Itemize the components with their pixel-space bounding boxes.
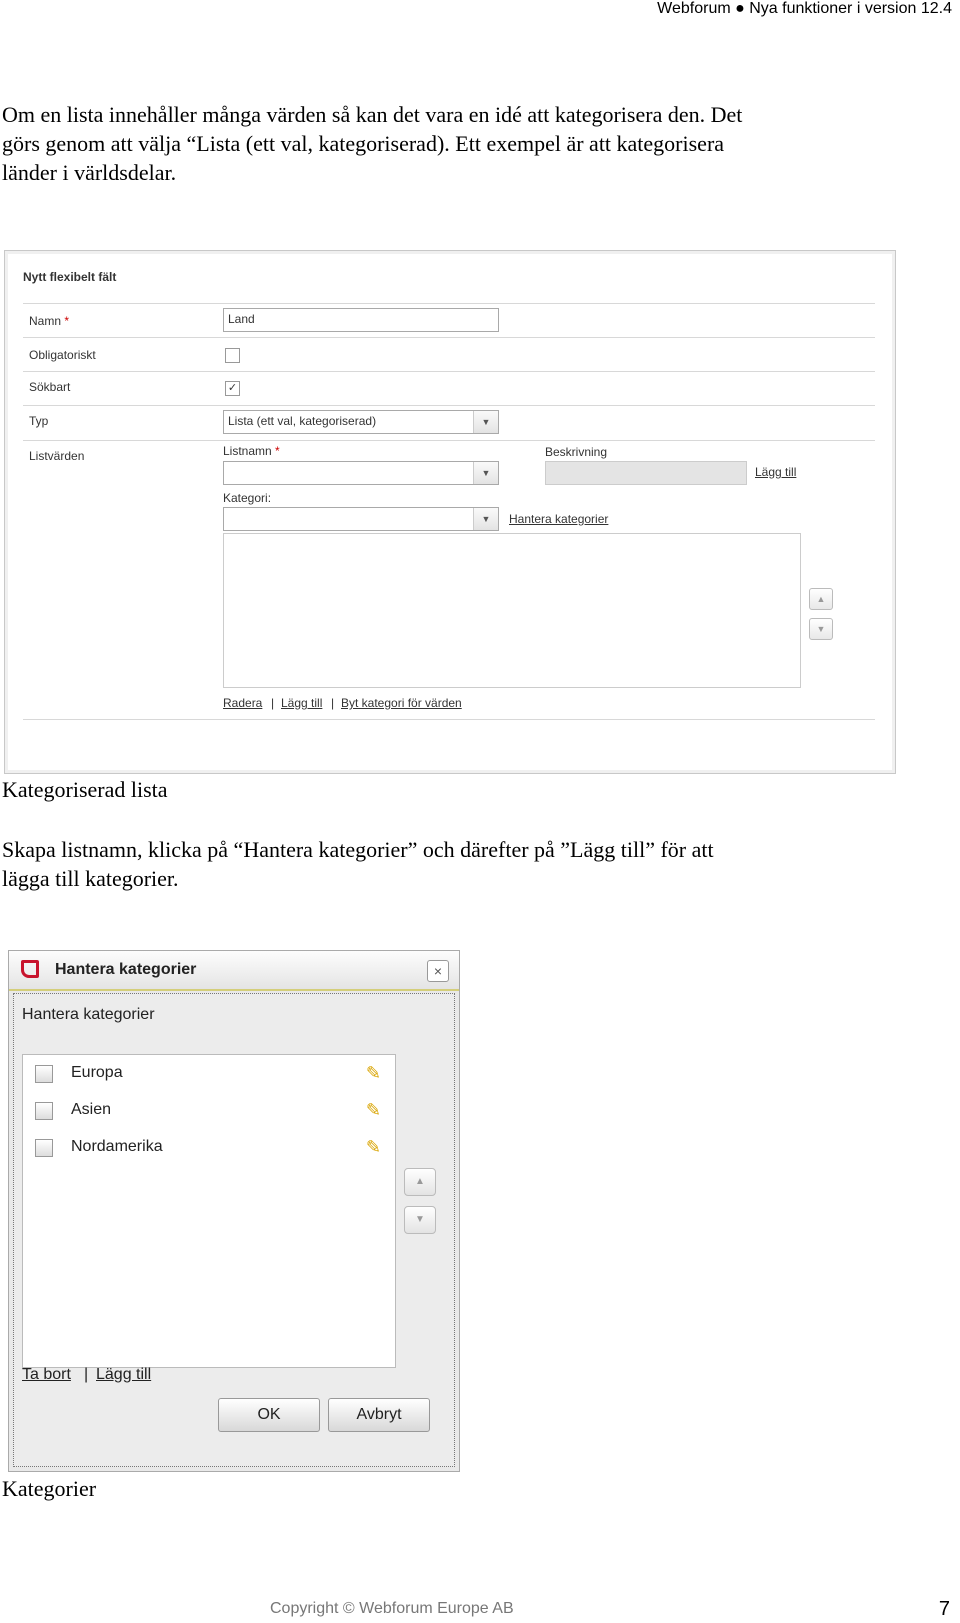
divider	[23, 440, 875, 441]
values-listbox[interactable]	[223, 533, 801, 688]
intro-line: görs genom att välja “Lista (ett val, ka…	[2, 131, 725, 156]
close-button[interactable]: ×	[427, 960, 449, 982]
mandatory-row: Obligatoriskt	[23, 338, 875, 371]
move-down-button[interactable]: ▼	[404, 1206, 436, 1234]
separator: |	[84, 1366, 89, 1383]
intro-line: länder i världsdelar.	[2, 160, 177, 185]
change-category-link[interactable]: Byt kategori för värden	[341, 696, 462, 710]
name-label: Namn *	[29, 314, 70, 328]
type-select-value: Lista (ett val, kategoriserad)	[228, 414, 377, 428]
mandatory-checkbox[interactable]	[225, 348, 240, 363]
intro-line: Om en lista innehåller många värden så k…	[2, 102, 743, 127]
form-title: Nytt flexibelt fält	[23, 270, 117, 284]
searchable-label: Sökbart	[29, 380, 71, 394]
move-up-button[interactable]: ▲	[809, 588, 833, 610]
chevron-down-icon: ▼	[473, 508, 498, 530]
name-row: Namn * Land	[23, 304, 875, 337]
running-header: Webforum ● Nya funktioner i version 12.4	[657, 0, 952, 17]
list-item[interactable]: Europa ✎	[35, 1059, 385, 1089]
manage-categories-dialog: Hantera kategorier × Hantera kategorier …	[8, 950, 460, 1472]
manage-categories-link[interactable]: Hantera kategorier	[509, 512, 608, 526]
type-select[interactable]: Lista (ett val, kategoriserad) ▼	[223, 410, 499, 434]
add-value-link[interactable]: Lägg till	[755, 465, 796, 479]
category-checkbox[interactable]	[35, 1139, 53, 1157]
separator: |	[331, 696, 335, 710]
listvalues-label: Listvärden	[29, 449, 85, 463]
copyright-footer: Copyright © Webforum Europe AB	[270, 1600, 514, 1617]
add-category-link[interactable]: Lägg till	[96, 1366, 151, 1384]
category-select[interactable]: ▼	[223, 507, 499, 531]
dialog-titlebar: Hantera kategorier ×	[9, 951, 459, 991]
add-link[interactable]: Lägg till	[281, 696, 322, 710]
intro-paragraph: Om en lista innehåller många värden så k…	[2, 100, 742, 187]
move-down-button[interactable]: ▼	[809, 618, 833, 640]
type-label: Typ	[29, 414, 49, 428]
chevron-down-icon: ▼	[473, 411, 498, 433]
searchable-row: Sökbart ✓	[23, 372, 875, 405]
category-list: Europa ✎ Asien ✎ Nordamerika ✎	[22, 1054, 396, 1368]
pencil-icon[interactable]: ✎	[366, 1063, 381, 1084]
dialog-title: Hantera kategorier	[55, 961, 197, 978]
list-item[interactable]: Nordamerika ✎	[35, 1133, 385, 1163]
category-label: Nordamerika	[71, 1138, 163, 1155]
dialog-subtitle: Hantera kategorier	[22, 1006, 155, 1023]
pencil-icon[interactable]: ✎	[366, 1137, 381, 1158]
instructions-line: lägga till kategorier.	[2, 866, 179, 891]
dialog-body: Hantera kategorier Europa ✎ Asien ✎ Nord…	[13, 993, 455, 1467]
type-row: Typ Lista (ett val, kategoriserad) ▼	[23, 406, 875, 440]
pencil-icon[interactable]: ✎	[366, 1100, 381, 1121]
name-input[interactable]: Land	[223, 308, 499, 332]
category-checkbox[interactable]	[35, 1065, 53, 1083]
searchable-checkbox[interactable]: ✓	[225, 381, 240, 396]
list-item[interactable]: Asien ✎	[35, 1096, 385, 1126]
ok-button[interactable]: OK	[218, 1398, 320, 1432]
flexible-field-screenshot: Nytt flexibelt fält Namn * Land Obligato…	[4, 250, 896, 774]
cancel-button[interactable]: Avbryt	[328, 1398, 430, 1432]
delete-link[interactable]: Radera	[223, 696, 262, 710]
category-label: Asien	[71, 1101, 112, 1118]
remove-link[interactable]: Ta bort	[22, 1366, 71, 1384]
instructions-paragraph: Skapa listnamn, klicka på “Hantera kateg…	[2, 835, 714, 893]
category-label: Europa	[71, 1064, 123, 1081]
instructions-line: Skapa listnamn, klicka på “Hantera kateg…	[2, 837, 714, 862]
separator: |	[271, 696, 275, 710]
mandatory-label: Obligatoriskt	[29, 348, 96, 362]
divider	[23, 719, 875, 720]
caption-categories: Kategorier	[2, 1476, 97, 1501]
caption-categorized-list: Kategoriserad lista	[2, 777, 168, 802]
listname-label: Listnamn *	[223, 444, 280, 458]
app-logo-icon	[21, 960, 39, 978]
chevron-down-icon: ▼	[473, 462, 498, 484]
page-number: 7	[938, 1598, 950, 1620]
description-input[interactable]	[545, 461, 747, 485]
category-label: Kategori:	[223, 491, 272, 505]
description-label: Beskrivning	[545, 445, 608, 459]
move-up-button[interactable]: ▲	[404, 1168, 436, 1196]
category-checkbox[interactable]	[35, 1102, 53, 1120]
listname-select[interactable]: ▼	[223, 461, 499, 485]
